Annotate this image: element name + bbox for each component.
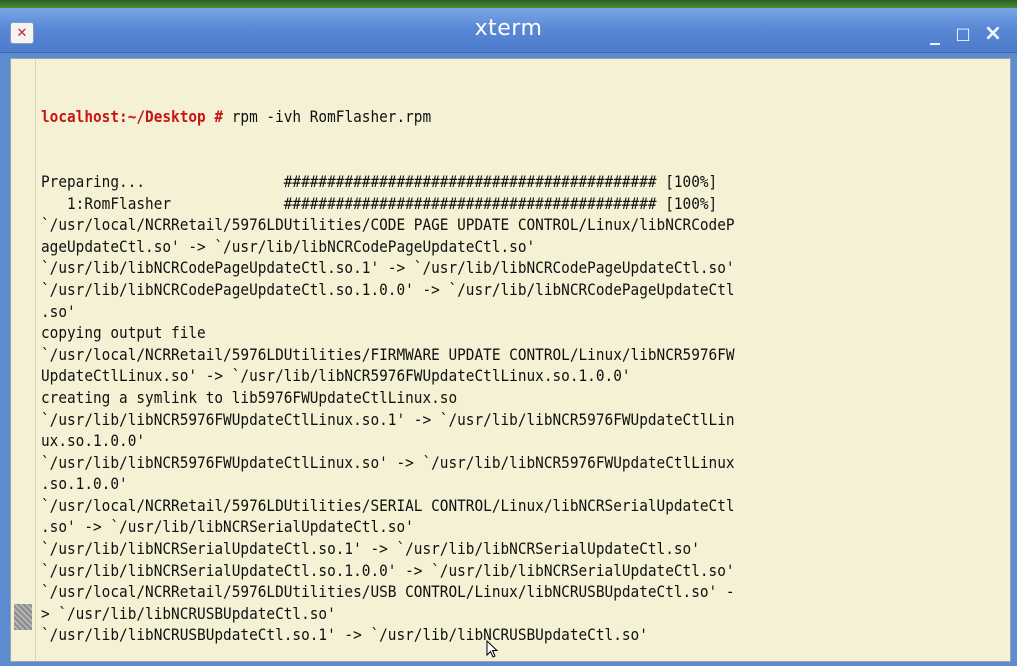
output-line: UpdateCtlLinux.so' -> `/usr/lib/libNCR59…: [41, 366, 631, 386]
mouse-pointer-icon: [486, 640, 499, 658]
output-line: `/usr/local/NCRRetail/5976LDUtilities/SE…: [41, 495, 735, 515]
maximize-button[interactable]: □: [950, 20, 976, 46]
output-line: > `/usr/lib/libNCRUSBUpdateCtl.so': [41, 603, 336, 623]
output-line: `/usr/lib/libNCR5976FWUpdateCtlLinux.so'…: [41, 452, 735, 472]
output-line: `/usr/lib/libNCRSerialUpdateCtl.so.1' ->…: [41, 539, 700, 559]
output-line: `/usr/lib/libNCRUSBUpdateCtl.so.1' -> `/…: [41, 625, 648, 645]
terminal-frame: localhost:~/Desktop # rpm -ivh RomFlashe…: [10, 58, 1011, 662]
output-line: .so' -> `/usr/lib/libNCRSerialUpdateCtl.…: [41, 517, 414, 537]
output-line: 1:RomFlasher ###########################…: [41, 193, 718, 213]
output-lines: Preparing... ###########################…: [41, 171, 1009, 646]
output-line: `/usr/local/NCRRetail/5976LDUtilities/US…: [41, 582, 735, 602]
close-button[interactable]: ×: [980, 20, 1006, 46]
output-line: `/usr/lib/libNCRSerialUpdateCtl.so.1.0.0…: [41, 560, 735, 580]
scrollbar-thumb[interactable]: [14, 604, 32, 630]
output-line: copying output file: [41, 323, 206, 343]
output-line: `/usr/lib/libNCRCodePageUpdateCtl.so.1' …: [41, 258, 735, 278]
output-line: `/usr/lib/libNCR5976FWUpdateCtlLinux.so.…: [41, 409, 735, 429]
output-line: .so': [41, 301, 76, 321]
close-icon: ×: [983, 20, 1003, 46]
output-line: .so.1.0.0': [41, 474, 128, 494]
output-line: `/usr/lib/libNCRCodePageUpdateCtl.so.1.0…: [41, 279, 735, 299]
window-title: xterm: [474, 16, 543, 41]
minimize-button[interactable]: _: [922, 20, 948, 46]
terminal-output[interactable]: localhost:~/Desktop # rpm -ivh RomFlashe…: [41, 63, 1009, 659]
scrollbar[interactable]: [11, 59, 36, 661]
output-line: ageUpdateCtl.so' -> `/usr/lib/libNCRCode…: [41, 236, 536, 256]
maximize-icon: □: [955, 23, 971, 43]
prompt-line: localhost:~/Desktop # rpm -ivh RomFlashe…: [41, 106, 912, 128]
output-line: `/usr/local/NCRRetail/5976LDUtilities/CO…: [41, 215, 735, 235]
output-line: `/usr/local/NCRRetail/5976LDUtilities/FI…: [41, 344, 735, 364]
shell-command: rpm -ivh RomFlasher.rpm: [223, 107, 432, 127]
shell-prompt: localhost:~/Desktop #: [41, 107, 224, 127]
title-bar[interactable]: ✕ xterm _ □ ×: [0, 8, 1017, 53]
output-line: ux.so.1.0.0': [41, 431, 146, 451]
output-line: Preparing... ###########################…: [41, 171, 718, 191]
xterm-window: ✕ xterm _ □ × localhost:~/Desktop # rpm …: [0, 8, 1017, 666]
desktop-background: [0, 0, 1017, 8]
output-line: creating a symlink to lib5976FWUpdateCtl…: [41, 387, 458, 407]
minimize-icon: _: [930, 21, 940, 45]
